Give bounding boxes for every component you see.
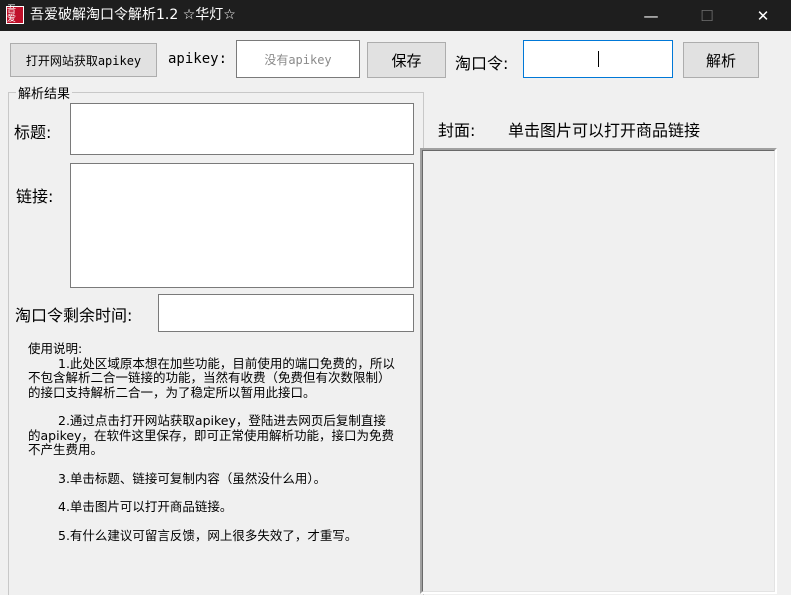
- apikey-input[interactable]: 没有apikey: [236, 40, 360, 78]
- instruction-item-1: 1.此处区域原本想在加些功能，目前使用的端口免费的，所以不包含解析二合一链接的功…: [28, 355, 395, 400]
- save-button[interactable]: 保存: [367, 42, 446, 78]
- parse-button[interactable]: 解析: [683, 42, 759, 78]
- minimize-icon: —: [643, 6, 659, 25]
- title-label: 标题:: [14, 123, 52, 142]
- instruction-item-4: 4.单击图片可以打开商品链接。: [58, 499, 233, 514]
- title-field[interactable]: [70, 103, 414, 155]
- remaining-time-label: 淘口令剩余时间:: [15, 306, 133, 325]
- apikey-input-value: 没有apikey: [264, 52, 332, 67]
- window-title: 吾爱破解淘口令解析1.2 ☆华灯☆: [30, 7, 236, 23]
- cover-hint: 单击图片可以打开商品链接: [508, 121, 701, 140]
- remaining-time-field[interactable]: [158, 294, 414, 332]
- cover-label: 封面:: [438, 121, 476, 140]
- maximize-button[interactable]: ☐: [684, 0, 730, 31]
- app-logo-text: 吾爱: [7, 5, 17, 24]
- text-caret: [598, 51, 599, 67]
- instructions-heading: 使用说明:: [28, 341, 83, 356]
- result-group-caption: 解析结果: [16, 83, 73, 102]
- link-field[interactable]: [70, 163, 414, 288]
- title-bar: 吾爱 吾爱破解淘口令解析1.2 ☆华灯☆ — ☐ ✕: [0, 0, 791, 31]
- open-site-get-apikey-button[interactable]: 打开网站获取apikey: [10, 43, 157, 77]
- taokouling-label: 淘口令:: [455, 54, 509, 73]
- apikey-label: apikey:: [168, 51, 228, 67]
- instruction-item-2: 2.通过点击打开网站获取apikey，登陆进去网页后复制直接的apikey，在软…: [28, 413, 394, 457]
- cover-image-frame: [422, 150, 775, 592]
- close-icon: ✕: [756, 6, 770, 25]
- link-label: 链接:: [16, 187, 54, 206]
- maximize-icon: ☐: [700, 6, 714, 25]
- instruction-item-5: 5.有什么建议可留言反馈，网上很多失效了，才重写。: [58, 527, 358, 543]
- app-logo-icon: 吾爱: [6, 6, 24, 24]
- close-button[interactable]: ✕: [740, 0, 786, 31]
- instructions-text: 使用说明: 1.此处区域原本想在加些功能，目前使用的端口免费的，所以不包含解析二…: [28, 341, 396, 543]
- cover-image-box[interactable]: [420, 148, 777, 594]
- instruction-item-3: 3.单击标题、链接可复制内容（虽然没什么用）。: [58, 470, 327, 486]
- taokouling-input[interactable]: [523, 40, 673, 78]
- minimize-button[interactable]: —: [628, 0, 674, 31]
